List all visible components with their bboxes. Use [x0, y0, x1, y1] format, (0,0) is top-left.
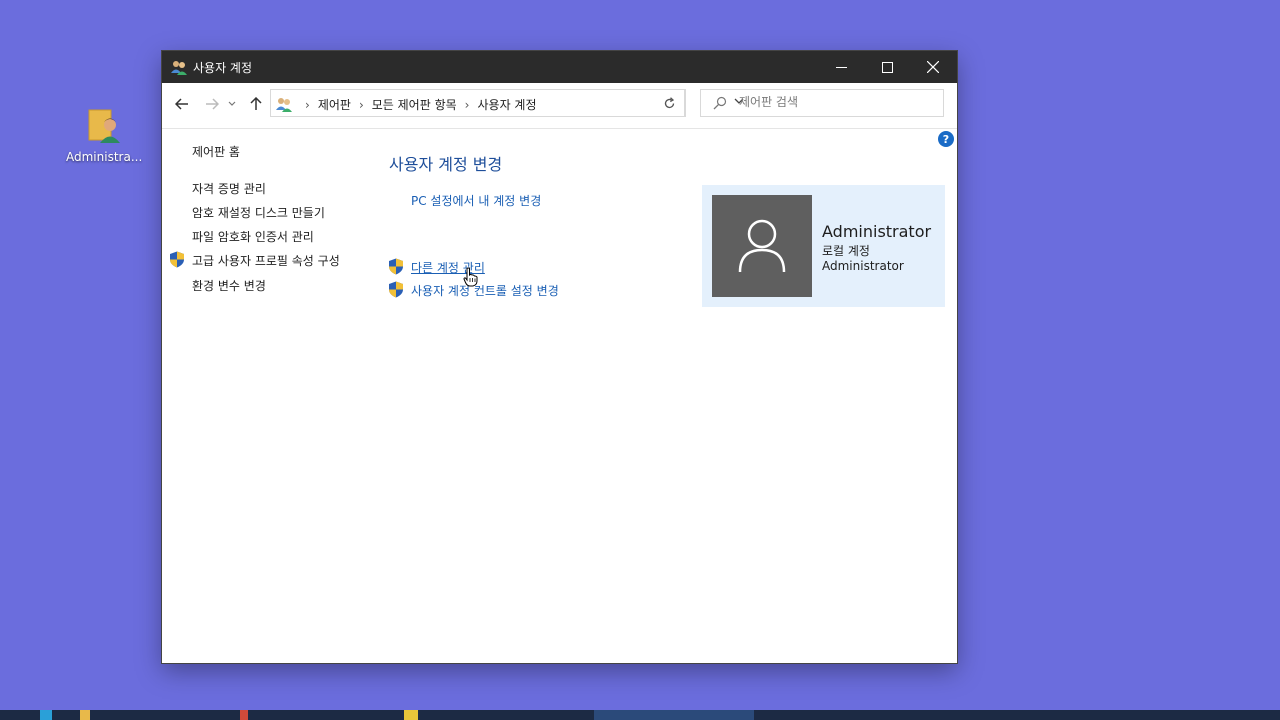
recent-locations-button[interactable]: [226, 94, 238, 114]
toolbar-divider: [162, 128, 957, 129]
refresh-button[interactable]: [654, 89, 686, 117]
title-bar[interactable]: 사용자 계정: [162, 51, 957, 83]
refresh-icon: [664, 96, 675, 108]
breadcrumb-item[interactable]: 사용자 계정: [477, 98, 536, 112]
control-panel-icon: [275, 95, 293, 113]
uac-settings-link[interactable]: 사용자 계정 컨트롤 설정 변경: [411, 282, 559, 299]
hand-cursor-icon: [463, 267, 479, 290]
minimize-icon: [835, 66, 847, 68]
search-icon: [713, 96, 727, 113]
maximize-button[interactable]: [864, 51, 910, 83]
environment-variables-link[interactable]: 환경 변수 변경: [192, 277, 266, 294]
desktop-icon-label: Administra...: [66, 150, 143, 164]
taskbar-app-icon[interactable]: [240, 710, 248, 720]
control-panel-home-link[interactable]: 제어판 홈: [192, 143, 240, 160]
user-accounts-window: 사용자 계정 › 제어판 › 모든 제어판 항목 › 사용자 계정 제어판 검색…: [162, 51, 957, 663]
arrow-left-icon: [175, 98, 188, 110]
arrow-right-icon: [206, 98, 219, 110]
arrow-up-icon: [250, 97, 262, 110]
uac-shield-icon: [388, 258, 404, 275]
breadcrumb: › 제어판 › 모든 제어판 항목 › 사용자 계정: [297, 96, 537, 113]
breadcrumb-item[interactable]: 모든 제어판 항목: [372, 98, 457, 112]
desktop-icon-administrator[interactable]: Administra...: [66, 106, 142, 164]
credential-manager-link[interactable]: 자격 증명 관리: [192, 180, 266, 197]
uac-shield-icon: [388, 281, 404, 298]
taskbar-app-icon[interactable]: [404, 710, 418, 720]
back-button[interactable]: [172, 94, 192, 114]
user-accounts-icon: [170, 58, 188, 76]
taskbar-app-icon[interactable]: [40, 710, 52, 720]
breadcrumb-separator[interactable]: ›: [359, 98, 364, 112]
taskbar[interactable]: [0, 710, 1280, 720]
account-group: Administrator: [822, 259, 904, 273]
change-account-in-pc-settings-link[interactable]: PC 설정에서 내 계정 변경: [411, 192, 541, 209]
account-type: 로컬 계정: [822, 244, 870, 258]
chevron-down-icon: [228, 101, 236, 106]
page-title: 사용자 계정 변경: [389, 155, 503, 174]
search-input[interactable]: [737, 94, 931, 110]
maximize-icon: [881, 61, 893, 73]
close-icon: [927, 61, 939, 73]
advanced-profile-properties-link[interactable]: 고급 사용자 프로필 속성 구성: [192, 252, 340, 269]
navigation-bar: › 제어판 › 모든 제어판 항목 › 사용자 계정: [162, 83, 957, 127]
up-button[interactable]: [246, 94, 266, 114]
avatar: [712, 195, 812, 297]
forward-button[interactable]: [202, 94, 222, 114]
taskbar-active-window[interactable]: [594, 710, 754, 720]
help-icon: ?: [942, 132, 950, 146]
breadcrumb-item[interactable]: 제어판: [318, 98, 351, 112]
breadcrumb-separator: ›: [305, 98, 310, 112]
breadcrumb-separator[interactable]: ›: [465, 98, 470, 112]
search-box[interactable]: [700, 89, 944, 117]
minimize-button[interactable]: [818, 51, 864, 83]
window-title: 사용자 계정: [193, 61, 253, 75]
user-account-tile: Administrator 로컬 계정 Administrator: [702, 185, 945, 307]
close-button[interactable]: [910, 51, 956, 83]
address-box[interactable]: › 제어판 › 모든 제어판 항목 › 사용자 계정: [270, 89, 744, 117]
password-reset-disk-link[interactable]: 암호 재설정 디스크 만들기: [192, 204, 325, 221]
user-folder-icon: [87, 106, 121, 146]
file-encryption-certificates-link[interactable]: 파일 암호화 인증서 관리: [192, 228, 314, 245]
taskbar-app-icon[interactable]: [80, 710, 90, 720]
uac-shield-icon: [169, 251, 185, 268]
user-silhouette-icon: [738, 219, 786, 273]
account-name: Administrator: [822, 222, 932, 241]
help-button[interactable]: ?: [938, 131, 954, 147]
